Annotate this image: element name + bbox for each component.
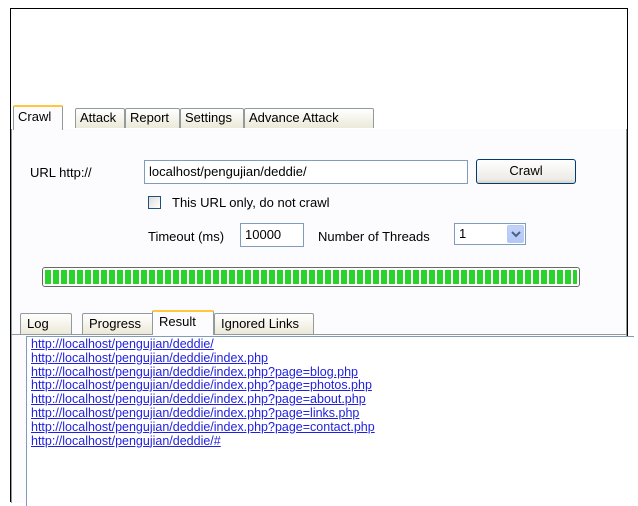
result-link[interactable]: http://localhost/pengujian/deddie/# bbox=[31, 434, 630, 449]
tab-attack[interactable]: Attack bbox=[75, 108, 125, 128]
url-label: URL http:// bbox=[30, 165, 92, 180]
threads-select[interactable]: 1 bbox=[454, 223, 526, 245]
main-tab-strip: Crawl Attack Report Settings Advance Att… bbox=[11, 105, 627, 130]
result-link[interactable]: http://localhost/pengujian/deddie/index.… bbox=[31, 406, 630, 421]
url-input[interactable]: localhost/pengujian/deddie/ bbox=[144, 160, 468, 184]
tab-result[interactable]: Result bbox=[152, 310, 214, 335]
tab-settings[interactable]: Settings bbox=[180, 108, 244, 128]
tab-progress[interactable]: Progress bbox=[82, 313, 154, 334]
result-link[interactable]: http://localhost/pengujian/deddie/index.… bbox=[31, 392, 630, 407]
result-link[interactable]: http://localhost/pengujian/deddie/index.… bbox=[31, 351, 630, 366]
crawl-progress-bar bbox=[42, 267, 580, 287]
progress-fill bbox=[45, 270, 577, 284]
tab-log[interactable]: Log bbox=[20, 313, 72, 334]
result-link[interactable]: http://localhost/pengujian/deddie/ bbox=[31, 337, 630, 352]
result-link[interactable]: http://localhost/pengujian/deddie/index.… bbox=[31, 420, 630, 435]
tab-ignored-links[interactable]: Ignored Links bbox=[214, 313, 314, 334]
threads-label: Number of Threads bbox=[318, 229, 430, 244]
crawl-button[interactable]: Crawl bbox=[476, 159, 576, 184]
result-tab-strip: Log Progress Result Ignored Links bbox=[12, 309, 626, 335]
chevron-down-icon[interactable] bbox=[507, 225, 524, 243]
blank-header-area bbox=[11, 9, 627, 105]
url-only-checkbox[interactable] bbox=[148, 196, 161, 209]
tab-advance-attack[interactable]: Advance Attack bbox=[244, 108, 374, 128]
app-window: Crawl Attack Report Settings Advance Att… bbox=[10, 8, 634, 506]
crawl-panel: URL http:// localhost/pengujian/deddie/ … bbox=[11, 129, 634, 506]
threads-value: 1 bbox=[459, 226, 467, 241]
url-only-label: This URL only, do not crawl bbox=[172, 195, 330, 210]
result-link[interactable]: http://localhost/pengujian/deddie/index.… bbox=[31, 379, 630, 393]
result-link[interactable]: http://localhost/pengujian/deddie/index.… bbox=[31, 365, 630, 380]
result-list: http://localhost/pengujian/deddie/ http:… bbox=[26, 336, 634, 506]
tab-report[interactable]: Report bbox=[125, 108, 180, 128]
timeout-label: Timeout (ms) bbox=[148, 229, 225, 244]
timeout-input[interactable]: 10000 bbox=[240, 223, 304, 247]
tab-crawl[interactable]: Crawl bbox=[13, 105, 63, 130]
